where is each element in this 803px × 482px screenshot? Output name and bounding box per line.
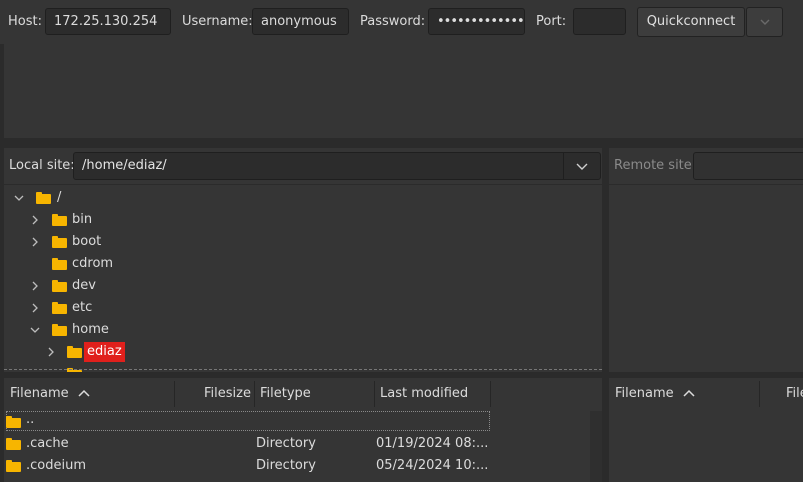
column-header-label: Filename [10,386,69,401]
folder-icon [52,258,67,270]
local-file-list: Filename Filesize Filetype Last modified… [4,378,602,482]
column-header-label: Filename [615,386,674,401]
folder-icon [52,214,67,226]
column-separator[interactable] [254,381,255,407]
chevron-right-icon [32,237,38,247]
host-label: Host: [8,14,42,29]
column-header-last-modified[interactable]: Last modified [380,378,468,410]
password-label: Password: [360,14,426,29]
sort-up-icon [78,389,90,397]
local-site-label: Local site: [9,158,75,173]
remote-site-label: Remote site: [614,158,697,173]
filename-cell: .codeium [26,458,86,473]
tree-item-label: home [72,322,109,337]
folder-icon [6,416,21,428]
folder-icon [67,346,82,358]
focus-outline [6,411,490,431]
folder-icon [36,192,51,204]
chevron-down-icon [576,163,588,170]
tree-item-ediaz[interactable]: ediaz [4,341,602,363]
filetype-cell: Directory [256,436,316,451]
local-directory-tree: / bin boot cdrom dev etc home ediaz [4,185,602,372]
username-input[interactable]: anonymous [252,8,349,35]
remote-directory-tree [609,185,803,372]
filename-cell: .cache [26,436,69,451]
tree-item-label: / [57,190,62,205]
column-separator[interactable] [174,381,175,407]
chevron-right-icon [48,347,54,357]
remote-site-bar: Remote site: [609,148,803,184]
tree-item-label: bin [72,212,93,227]
column-header-filetype[interactable]: Filetype [260,378,311,410]
local-path-dropdown[interactable] [563,153,600,179]
port-input[interactable] [573,8,626,35]
chevron-right-icon [32,303,38,313]
quickconnect-bar: Host: 172.25.130.254 Username: anonymous… [0,0,803,44]
local-path-combo[interactable]: /home/ediaz/ [73,152,601,180]
username-label: Username: [182,14,253,29]
tree-item-root[interactable]: / [4,187,602,209]
table-row[interactable]: .cache Directory 01/19/2024 08:... [4,433,594,455]
tree-item-label: boot [72,234,102,249]
folder-icon [52,324,67,336]
quickconnect-dropdown-button[interactable] [746,7,783,37]
tree-item-label-selected: ediaz [84,342,125,362]
vertical-scrollbar[interactable] [590,411,602,482]
port-label: Port: [536,14,567,29]
tree-item-etc[interactable]: etc [4,297,602,319]
host-input[interactable]: 172.25.130.254 [45,8,171,35]
chevron-down-icon [760,19,769,25]
local-path-value: /home/ediaz/ [82,158,167,173]
password-input[interactable]: ••••••••••••••• [428,8,525,35]
tree-item-partial [4,363,602,372]
remote-file-list: Filename File [609,378,803,482]
tree-item-label: dev [72,278,96,293]
tree-item-bin[interactable]: bin [4,209,602,231]
column-header-filename[interactable]: Filename [10,378,90,410]
chevron-right-icon [32,215,38,225]
tree-item-dev[interactable]: dev [4,275,602,297]
remote-path-combo[interactable] [693,152,803,180]
tree-item-label: etc [72,300,93,315]
folder-icon [52,280,67,292]
message-log [4,44,803,138]
modified-cell: 01/19/2024 08:... [376,436,489,451]
column-header-filesize[interactable]: File [786,378,803,410]
tree-item-cdrom[interactable]: cdrom [4,253,602,275]
folder-icon [6,438,21,450]
filetype-cell: Directory [256,458,316,473]
folder-icon [52,302,67,314]
tree-item-label: cdrom [72,256,114,271]
chevron-down-icon [14,195,24,201]
filename-cell: .. [26,412,35,427]
chevron-right-icon [32,281,38,291]
drop-indicator [4,369,602,370]
folder-icon [6,460,21,472]
column-separator[interactable] [490,381,491,407]
tree-item-home[interactable]: home [4,319,602,341]
sort-up-icon [683,389,695,397]
column-separator[interactable] [374,381,375,407]
tree-item-boot[interactable]: boot [4,231,602,253]
table-row[interactable]: .codeium Directory 05/24/2024 10:... [4,455,594,477]
chevron-down-icon [30,327,40,333]
table-row[interactable]: .. [4,411,594,433]
column-separator[interactable] [759,381,760,407]
column-header-filesize[interactable]: Filesize [204,378,251,410]
modified-cell: 05/24/2024 10:... [376,458,489,473]
local-site-bar: Local site: /home/ediaz/ [4,148,602,184]
quickconnect-button[interactable]: Quickconnect [637,7,745,37]
folder-icon [52,236,67,248]
column-header-filename[interactable]: Filename [615,378,695,410]
